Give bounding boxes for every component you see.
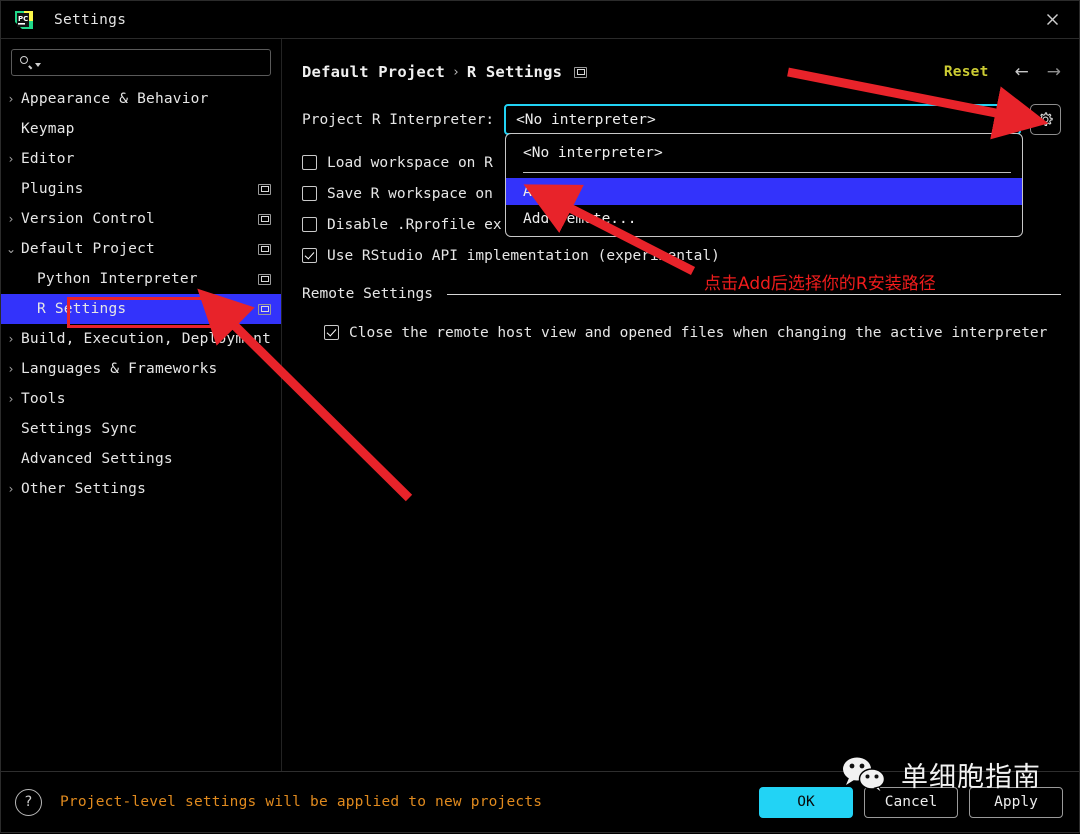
apply-button[interactable]: Apply <box>969 787 1063 818</box>
settings-search-box[interactable] <box>11 49 271 76</box>
back-arrow-icon[interactable]: ← <box>1015 64 1029 81</box>
sidebar-item-label: Advanced Settings <box>21 451 173 467</box>
interpreter-settings-gear-button[interactable] <box>1030 104 1061 135</box>
module-icon <box>574 67 587 78</box>
checkbox-save-workspace[interactable] <box>302 186 317 201</box>
svg-text:PC: PC <box>18 15 28 23</box>
search-input[interactable] <box>45 54 263 71</box>
search-wrap <box>1 39 281 76</box>
module-icon <box>258 184 271 195</box>
checkbox-close-remote-host-view[interactable] <box>324 325 339 340</box>
checkbox-label: Disable .Rprofile ex <box>327 217 502 233</box>
checkbox-row-close-remote-host-view[interactable]: Close the remote host view and opened fi… <box>302 317 1061 348</box>
bottom-note: Project-level settings will be applied t… <box>60 794 542 810</box>
chevron-right-icon[interactable]: › <box>1 393 21 405</box>
dialog-bottom-bar: ? Project-level settings will be applied… <box>1 771 1079 832</box>
checkbox-row-rstudio-api[interactable]: Use RStudio API implementation (experime… <box>302 240 1061 271</box>
checkbox-label: Save R workspace on <box>327 186 493 202</box>
r-interpreter-combobox[interactable]: <No interpreter> ⌄ <box>504 104 1021 135</box>
sidebar-item-plugins[interactable]: Plugins <box>1 174 281 204</box>
r-interpreter-value: <No interpreter> <box>516 112 656 128</box>
breadcrumb-separator: › <box>452 65 460 80</box>
search-icon <box>19 55 34 70</box>
sidebar-item-version-control[interactable]: › Version Control <box>1 204 281 234</box>
cancel-button[interactable]: Cancel <box>864 787 958 818</box>
settings-tree: › Appearance & Behavior Keymap › Editor … <box>1 84 281 504</box>
module-icon <box>258 304 271 315</box>
sidebar-item-label: Version Control <box>21 211 155 227</box>
remote-settings-section-header: Remote Settings <box>302 283 1061 305</box>
breadcrumb: Default Project › R Settings Reset ← → <box>302 50 1061 94</box>
module-icon <box>258 244 271 255</box>
sidebar-item-settings-sync[interactable]: Settings Sync <box>1 414 281 444</box>
sidebar-item-label: Settings Sync <box>21 421 137 437</box>
dropdown-separator <box>523 172 1011 173</box>
forward-arrow-icon[interactable]: → <box>1047 64 1061 81</box>
close-icon[interactable] <box>1041 9 1063 31</box>
sidebar-item-editor[interactable]: › Editor <box>1 144 281 174</box>
section-title: Remote Settings <box>302 286 433 302</box>
window-title: Settings <box>54 12 126 28</box>
remote-settings-group: Close the remote host view and opened fi… <box>302 317 1061 348</box>
project-r-interpreter-label: Project R Interpreter: <box>302 112 494 128</box>
chevron-right-icon[interactable]: › <box>1 153 21 165</box>
help-icon[interactable]: ? <box>15 789 42 816</box>
chevron-right-icon[interactable]: › <box>1 213 21 225</box>
sidebar-item-keymap[interactable]: Keymap <box>1 114 281 144</box>
chevron-down-icon[interactable]: ⌄ <box>1 243 21 255</box>
sidebar-item-r-settings[interactable]: R Settings <box>1 294 281 324</box>
checkbox-label: Use RStudio API implementation (experime… <box>327 248 720 264</box>
chevron-right-icon[interactable]: › <box>1 363 21 375</box>
title-bar: PC Settings <box>1 1 1079 39</box>
sidebar-item-default-project[interactable]: ⌄ Default Project <box>1 234 281 264</box>
sidebar-item-label: Languages & Frameworks <box>21 361 217 377</box>
sidebar-item-label: R Settings <box>37 301 126 317</box>
reset-button[interactable]: Reset <box>944 64 989 80</box>
r-interpreter-dropdown-popup[interactable]: <No interpreter> Add… Add remote... <box>505 133 1023 237</box>
sidebar-item-label: Plugins <box>21 181 84 197</box>
gear-icon <box>1037 111 1054 128</box>
checkbox-label: Load workspace on R <box>327 155 493 171</box>
checkbox-load-workspace[interactable] <box>302 155 317 170</box>
sidebar-item-other-settings[interactable]: › Other Settings <box>1 474 281 504</box>
sidebar-item-label: Python Interpreter <box>37 271 198 287</box>
checkbox-label: Close the remote host view and opened fi… <box>349 325 1047 341</box>
chevron-right-icon[interactable]: › <box>1 483 21 495</box>
sidebar-item-label: Other Settings <box>21 481 146 497</box>
chevron-right-icon[interactable]: › <box>1 93 21 105</box>
module-icon <box>258 214 271 225</box>
sidebar-item-tools[interactable]: › Tools <box>1 384 281 414</box>
chevron-right-icon[interactable]: › <box>1 333 21 345</box>
settings-dialog: PC Settings › <box>0 0 1080 833</box>
sidebar-item-label: Editor <box>21 151 75 167</box>
checkbox-disable-rprofile[interactable] <box>302 217 317 232</box>
breadcrumb-parent[interactable]: Default Project <box>302 63 445 81</box>
dialog-button-group: OK Cancel Apply <box>759 787 1063 818</box>
chevron-down-icon[interactable] <box>35 63 41 67</box>
chevron-down-icon[interactable]: ⌄ <box>1000 112 1011 127</box>
module-icon <box>258 274 271 285</box>
sidebar-item-python-interpreter[interactable]: Python Interpreter <box>1 264 281 294</box>
sidebar-item-label: Keymap <box>21 121 75 137</box>
sidebar-item-label: Build, Execution, Deployment <box>21 331 271 347</box>
settings-sidebar: › Appearance & Behavior Keymap › Editor … <box>1 39 282 771</box>
sidebar-item-label: Appearance & Behavior <box>21 91 209 107</box>
project-r-interpreter-row: Project R Interpreter: <No interpreter> … <box>302 103 1061 136</box>
sidebar-item-advanced-settings[interactable]: Advanced Settings <box>1 444 281 474</box>
ok-button[interactable]: OK <box>759 787 853 818</box>
section-divider <box>447 294 1061 295</box>
sidebar-item-appearance-behavior[interactable]: › Appearance & Behavior <box>1 84 281 114</box>
sidebar-item-languages-frameworks[interactable]: › Languages & Frameworks <box>1 354 281 384</box>
checkbox-rstudio-api[interactable] <box>302 248 317 263</box>
dropdown-item-add[interactable]: Add… <box>506 178 1022 205</box>
pycharm-icon: PC <box>13 9 35 31</box>
page-title: R Settings <box>467 63 562 81</box>
dropdown-item-no-interpreter[interactable]: <No interpreter> <box>506 139 1022 166</box>
dropdown-item-add-remote[interactable]: Add remote... <box>506 205 1022 232</box>
sidebar-item-label: Tools <box>21 391 66 407</box>
sidebar-item-build-execution-deployment[interactable]: › Build, Execution, Deployment <box>1 324 281 354</box>
sidebar-item-label: Default Project <box>21 241 155 257</box>
